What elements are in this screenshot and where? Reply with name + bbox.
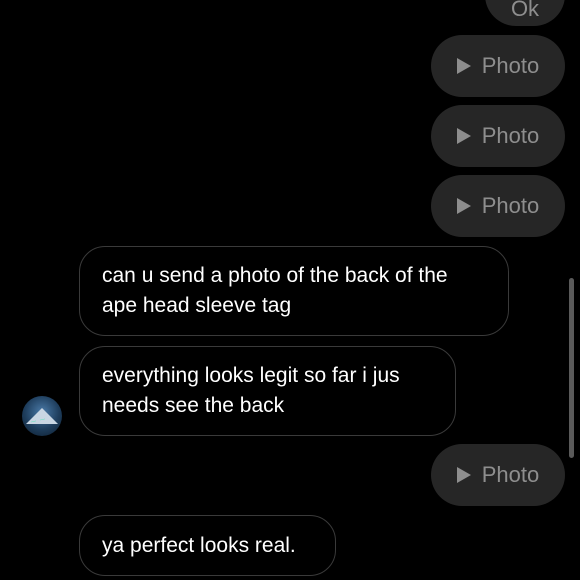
- photo-label: Photo: [481, 193, 540, 218]
- outgoing-message-partial[interactable]: Ok: [485, 0, 565, 26]
- sender-avatar[interactable]: ~ ~: [22, 396, 62, 436]
- play-icon: [456, 128, 471, 144]
- outgoing-photo-message[interactable]: Photo: [431, 105, 565, 167]
- incoming-message[interactable]: can u send a photo of the back of the ap…: [79, 246, 509, 336]
- outgoing-photo-message[interactable]: Photo: [431, 175, 565, 237]
- message-text: ya perfect looks real.: [102, 534, 296, 557]
- photo-label: Photo: [481, 123, 540, 148]
- outgoing-photo-message[interactable]: Photo: [431, 444, 565, 506]
- play-icon: [456, 198, 471, 214]
- photo-label: Photo: [481, 53, 540, 78]
- outgoing-photo-message[interactable]: Photo: [431, 35, 565, 97]
- message-text: everything looks legit so far i jus need…: [102, 364, 400, 417]
- incoming-message[interactable]: everything looks legit so far i jus need…: [79, 346, 456, 436]
- play-icon: [456, 467, 471, 483]
- avatar-art: ~ ~: [29, 414, 47, 427]
- photo-label: Photo: [481, 462, 540, 487]
- scrollbar[interactable]: [569, 278, 574, 458]
- message-text: Ok: [510, 0, 540, 21]
- message-text: can u send a photo of the back of the ap…: [102, 264, 448, 317]
- play-icon: [456, 58, 471, 74]
- incoming-message[interactable]: ya perfect looks real.: [79, 515, 336, 576]
